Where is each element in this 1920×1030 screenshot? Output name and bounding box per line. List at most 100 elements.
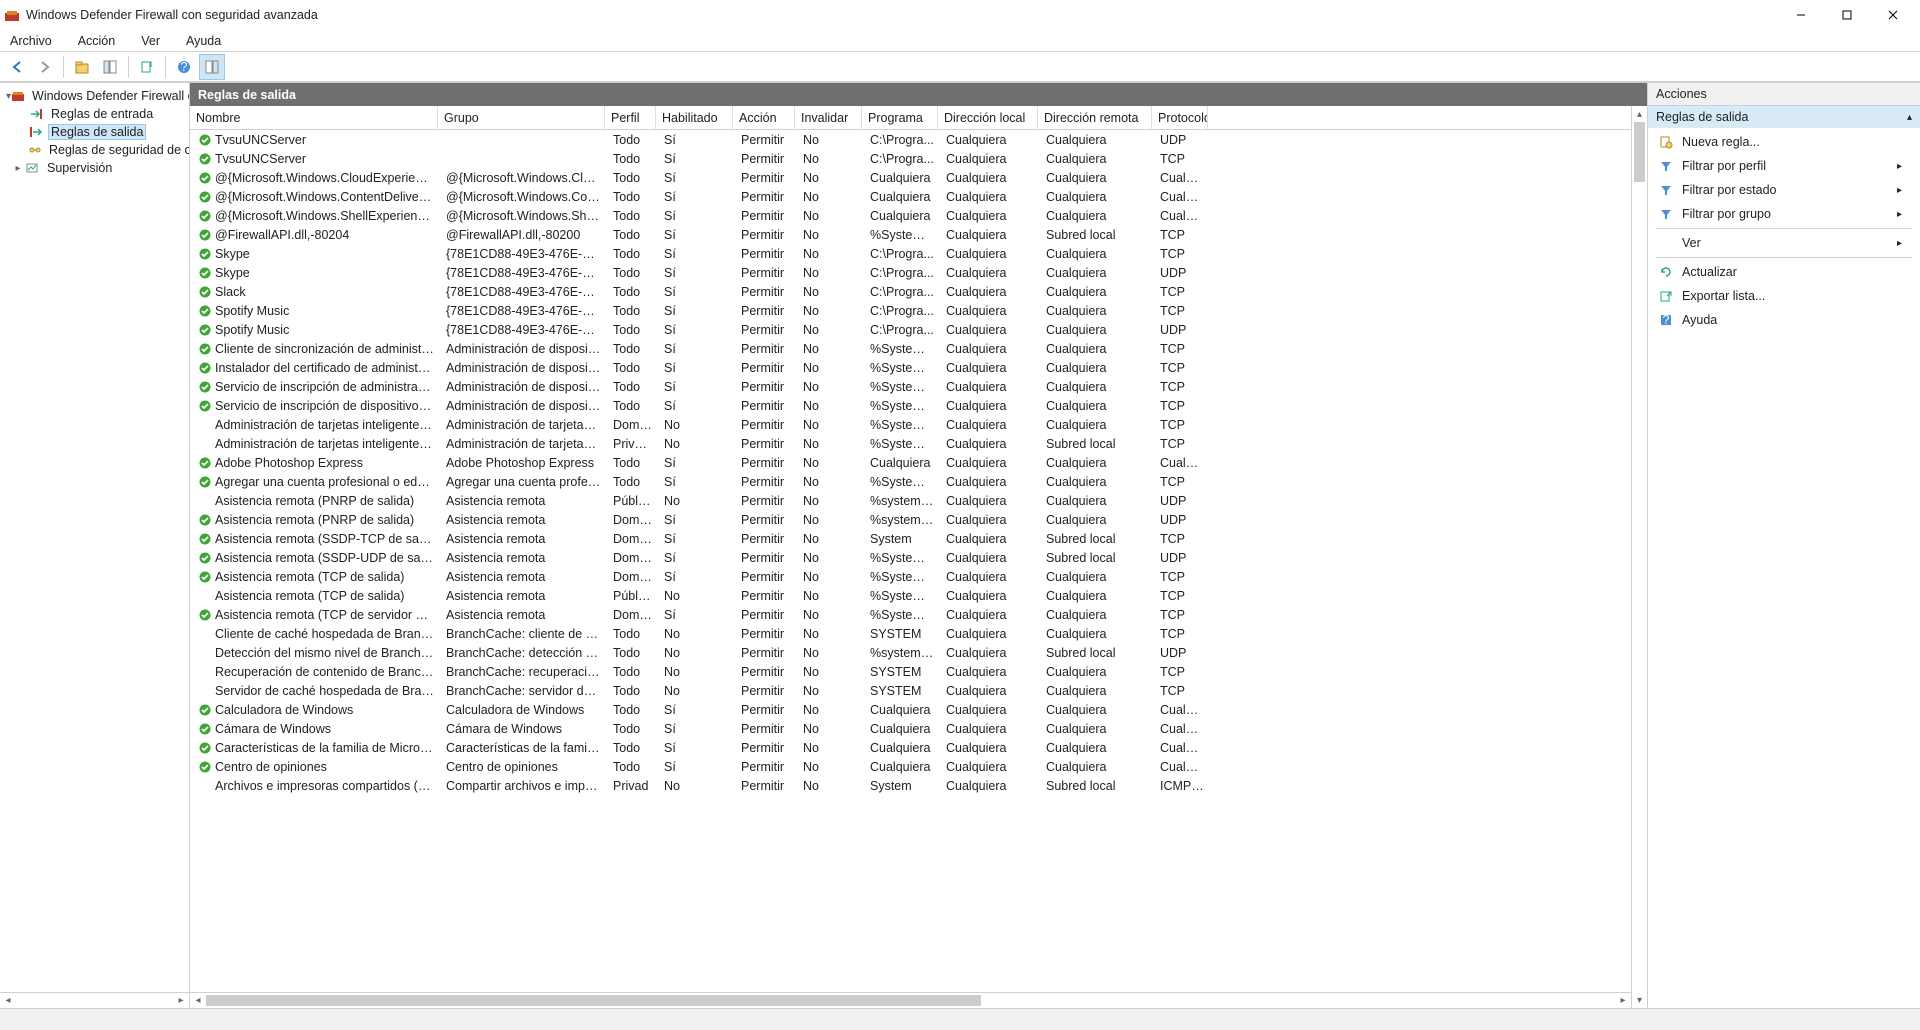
help-button[interactable]: ? <box>171 54 197 80</box>
maximize-button[interactable] <box>1824 0 1870 30</box>
rule-row[interactable]: TvsuUNCServerTodoSíPermitirNoC:\Progra..… <box>190 130 1631 149</box>
cell-override: No <box>797 513 864 527</box>
action-pane-button[interactable] <box>199 54 225 80</box>
toolbar-separator <box>63 56 64 78</box>
column-header-protocol[interactable]: Protocolo <box>1152 106 1208 129</box>
back-button[interactable] <box>4 54 30 80</box>
action-view[interactable]: Ver ▸ <box>1652 231 1916 255</box>
scroll-right-icon[interactable]: ▸ <box>173 993 189 1009</box>
scroll-up-icon[interactable]: ▴ <box>1632 106 1647 122</box>
action-export[interactable]: Exportar lista... <box>1652 284 1916 308</box>
rule-row[interactable]: Asistencia remota (PNRP de salida)Asiste… <box>190 510 1631 529</box>
rule-row[interactable]: @FirewallAPI.dll,-80204@FirewallAPI.dll,… <box>190 225 1631 244</box>
tree-outbound[interactable]: Reglas de salida <box>0 123 189 141</box>
rule-row[interactable]: Adobe Photoshop ExpressAdobe Photoshop E… <box>190 453 1631 472</box>
rule-row[interactable]: Asistencia remota (SSDP-TCP de salida)As… <box>190 529 1631 548</box>
inbound-rules-icon <box>28 106 44 122</box>
tree-connection-security[interactable]: Reglas de seguridad de cone <box>0 141 189 159</box>
cell-action: Permitir <box>735 190 797 204</box>
action-filter-profile[interactable]: Filtrar por perfil ▸ <box>1652 154 1916 178</box>
cell-name: Administración de tarjetas inteligentes … <box>192 437 440 451</box>
cell-override: No <box>797 608 864 622</box>
rule-row[interactable]: Servicio de inscripción de dispositivos … <box>190 396 1631 415</box>
rule-row[interactable]: Skype{78E1CD88-49E3-476E-B926-...TodoSíP… <box>190 244 1631 263</box>
rule-row[interactable]: Asistencia remota (TCP de salida)Asisten… <box>190 567 1631 586</box>
tree-horizontal-scroll[interactable]: ◂ ▸ <box>0 992 189 1008</box>
expand-icon[interactable]: ▸ <box>12 163 24 174</box>
rule-row[interactable]: Archivos e impresoras compartidos (petic… <box>190 776 1631 795</box>
scroll-left-icon[interactable]: ◂ <box>0 993 16 1009</box>
grid-horizontal-scroll[interactable]: ◂ ▸ <box>190 992 1631 1008</box>
column-header-profile[interactable]: Perfil <box>605 106 656 129</box>
cell-localaddr: Cualquiera <box>940 646 1040 660</box>
rule-row[interactable]: Asistencia remota (TCP de salida)Asisten… <box>190 586 1631 605</box>
rule-row[interactable]: Recuperación de contenido de BranchCac..… <box>190 662 1631 681</box>
rule-row[interactable]: Agregar una cuenta profesional o educati… <box>190 472 1631 491</box>
cell-name: Skype <box>192 266 440 280</box>
column-header-override[interactable]: Invalidar <box>795 106 862 129</box>
rule-row[interactable]: Características de la familia de Microso… <box>190 738 1631 757</box>
cell-profile: Domi... <box>607 513 658 527</box>
rule-row[interactable]: Cliente de sincronización de administrac… <box>190 339 1631 358</box>
collapse-icon[interactable]: ▴ <box>1907 112 1912 123</box>
rule-row[interactable]: Calculadora de WindowsCalculadora de Win… <box>190 700 1631 719</box>
rule-row[interactable]: Asistencia remota (SSDP-UDP de salida)As… <box>190 548 1631 567</box>
tree-root[interactable]: ▾ Windows Defender Firewall con <box>0 87 189 105</box>
rule-row[interactable]: @{Microsoft.Windows.ShellExperienceHos..… <box>190 206 1631 225</box>
tree-inbound[interactable]: Reglas de entrada <box>0 105 189 123</box>
menu-action[interactable]: Acción <box>74 32 120 50</box>
scroll-right-icon[interactable]: ▸ <box>1615 993 1631 1008</box>
rule-row[interactable]: Instalador del certificado de administra… <box>190 358 1631 377</box>
cell-program: C:\Progra... <box>864 285 940 299</box>
rule-row[interactable]: Slack{78E1CD88-49E3-476E-B926-...TodoSíP… <box>190 282 1631 301</box>
rule-row[interactable]: Detección del mismo nivel de BranchCach.… <box>190 643 1631 662</box>
rule-row[interactable]: @{Microsoft.Windows.ContentDeliveryMa...… <box>190 187 1631 206</box>
column-header-localaddr[interactable]: Dirección local <box>938 106 1038 129</box>
rule-row[interactable]: Skype{78E1CD88-49E3-476E-B926-...TodoSíP… <box>190 263 1631 282</box>
up-button[interactable] <box>69 54 95 80</box>
cell-enabled: Sí <box>658 285 735 299</box>
grid-vertical-scroll[interactable]: ▴ ▾ <box>1631 106 1647 1008</box>
scroll-thumb[interactable] <box>206 995 981 1006</box>
rule-row[interactable]: Administración de tarjetas inteligentes … <box>190 434 1631 453</box>
rule-row[interactable]: Spotify Music{78E1CD88-49E3-476E-B926-..… <box>190 320 1631 339</box>
rule-row[interactable]: Servidor de caché hospedada de BranchC..… <box>190 681 1631 700</box>
rule-row[interactable]: Spotify Music{78E1CD88-49E3-476E-B926-..… <box>190 301 1631 320</box>
menu-file[interactable]: Archivo <box>6 32 56 50</box>
forward-button[interactable] <box>32 54 58 80</box>
action-refresh[interactable]: Actualizar <box>1652 260 1916 284</box>
menu-help[interactable]: Ayuda <box>182 32 225 50</box>
menu-view[interactable]: Ver <box>137 32 164 50</box>
column-header-enabled[interactable]: Habilitado <box>656 106 733 129</box>
cell-program: SYSTEM <box>864 665 940 679</box>
rule-row[interactable]: Asistencia remota (PNRP de salida)Asiste… <box>190 491 1631 510</box>
export-button[interactable] <box>134 54 160 80</box>
column-header-program[interactable]: Programa <box>862 106 938 129</box>
rule-row[interactable]: Asistencia remota (TCP de servidor de RA… <box>190 605 1631 624</box>
close-button[interactable] <box>1870 0 1916 30</box>
rule-row[interactable]: Administración de tarjetas inteligentes … <box>190 415 1631 434</box>
tree-monitoring[interactable]: ▸ Supervisión <box>0 159 189 177</box>
action-filter-group[interactable]: Filtrar por grupo ▸ <box>1652 202 1916 226</box>
scroll-thumb[interactable] <box>1634 122 1645 182</box>
action-new-rule[interactable]: Nueva regla... <box>1652 130 1916 154</box>
column-header-group[interactable]: Grupo <box>438 106 605 129</box>
minimize-button[interactable] <box>1778 0 1824 30</box>
column-header-action[interactable]: Acción <box>733 106 795 129</box>
cell-override: No <box>797 589 864 603</box>
rule-row[interactable]: Servicio de inscripción de administració… <box>190 377 1631 396</box>
show-hide-tree-button[interactable] <box>97 54 123 80</box>
rule-row[interactable]: Cliente de caché hospedada de BranchCac.… <box>190 624 1631 643</box>
rule-row[interactable]: Cámara de WindowsCámara de WindowsTodoSí… <box>190 719 1631 738</box>
cell-enabled: No <box>658 437 735 451</box>
action-filter-state[interactable]: Filtrar por estado ▸ <box>1652 178 1916 202</box>
column-header-name[interactable]: Nombre <box>190 106 438 129</box>
rule-row[interactable]: Centro de opinionesCentro de opinionesTo… <box>190 757 1631 776</box>
column-header-remoteaddr[interactable]: Dirección remota <box>1038 106 1152 129</box>
rule-row[interactable]: TvsuUNCServerTodoSíPermitirNoC:\Progra..… <box>190 149 1631 168</box>
scroll-left-icon[interactable]: ◂ <box>190 993 206 1008</box>
scroll-down-icon[interactable]: ▾ <box>1632 992 1647 1008</box>
cell-profile: Todo <box>607 665 658 679</box>
action-help[interactable]: ? Ayuda <box>1652 308 1916 332</box>
rule-row[interactable]: @{Microsoft.Windows.CloudExperienceHo...… <box>190 168 1631 187</box>
